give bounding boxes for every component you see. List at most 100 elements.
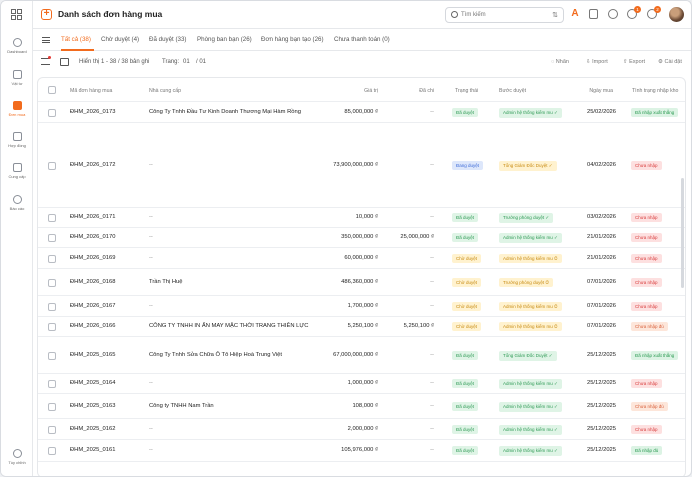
- sidebar-item-don-mua[interactable]: Đơn mua: [1, 101, 33, 129]
- header-paid[interactable]: Đã chi: [394, 88, 434, 94]
- supplier-name: Công Ty Tnhh Sửa Chữa Ô Tô Hiệp Hoà Trun…: [149, 352, 283, 358]
- order-code[interactable]: ĐHM_2026_0172: [70, 162, 115, 168]
- table-row[interactable]: ĐHM_2025_0163 Công ty TNHH Nam Trần 108,00…: [38, 394, 685, 419]
- order-code[interactable]: ĐHM_2026_0170: [70, 234, 115, 240]
- table-row[interactable]: ĐHM_2026_0172 -- 73,900,000,000 ₫ -- Đang du…: [38, 123, 685, 208]
- apps-grid-icon[interactable]: [11, 9, 22, 20]
- bell-icon[interactable]: 2: [647, 6, 661, 19]
- sidebar-item-vat-tu[interactable]: Vật tư: [1, 70, 33, 98]
- avatar[interactable]: [669, 7, 684, 22]
- sidebar-item-bao-cao[interactable]: Báo cáo: [1, 195, 33, 223]
- label-button[interactable]: ◌ Nhãn: [551, 59, 569, 65]
- sidebar-item-dashboard[interactable]: Dashboard: [1, 38, 33, 66]
- row-checkbox[interactable]: [48, 279, 56, 287]
- table-row[interactable]: ĐHM_2025_0165 Công Ty Tnhh Sửa Chữa Ô Tô …: [38, 337, 685, 374]
- tab-pending[interactable]: Chờ duyệt (4): [101, 36, 139, 43]
- table-row[interactable]: ĐHM_2025_0162 -- 2,000,000 ₫ -- Đã duyệt Admi…: [38, 419, 685, 440]
- row-checkbox[interactable]: [48, 380, 56, 388]
- order-code[interactable]: ĐHM_2026_0173: [70, 109, 115, 115]
- status-badge: Chờ duyệt: [452, 254, 481, 263]
- row-checkbox[interactable]: [48, 323, 56, 331]
- status-badge: Đã duyệt: [452, 351, 479, 360]
- table-row[interactable]: ĐHM_2026_0166 CÔNG TY TNHH IN ẤN MAY MẶC …: [38, 317, 685, 337]
- row-checkbox[interactable]: [48, 426, 56, 434]
- paid-amount: --: [430, 380, 434, 386]
- filter-icon[interactable]: [41, 58, 50, 65]
- header-value[interactable]: Giá trị: [328, 88, 378, 94]
- sidebar-item-cung-cap[interactable]: Cung cấp: [1, 163, 33, 191]
- table-row[interactable]: ĐHM_2026_0171 -- 10,000 ₫ -- Đã duyệt Trưởng …: [38, 208, 685, 228]
- tab-all[interactable]: Tất cả (38): [61, 36, 91, 43]
- supplier-name: --: [149, 214, 153, 220]
- select-all-checkbox[interactable]: [48, 86, 56, 94]
- paid-amount: --: [430, 162, 434, 168]
- sidebar-item-hop-dong[interactable]: Hợp đồng: [1, 132, 33, 160]
- table-row[interactable]: ĐHM_2026_0168 Trần Thị Huệ 486,360,000 ₫ --…: [38, 269, 685, 296]
- stock-status-badge: Đã nhập xuất thẳng: [631, 108, 679, 117]
- row-checkbox[interactable]: [48, 234, 56, 242]
- tab-created-by-you[interactable]: Đơn hàng bạn tạo (26): [261, 36, 324, 43]
- add-order-icon[interactable]: +: [41, 9, 52, 20]
- order-date: 25/12/2025: [586, 352, 616, 358]
- header-supplier[interactable]: Nhà cung cấp: [149, 88, 181, 94]
- header-date[interactable]: Ngày mua: [573, 88, 613, 94]
- tab-approved[interactable]: Đã duyệt (33): [149, 36, 187, 43]
- order-code[interactable]: ĐHM_2026_0168: [70, 279, 115, 285]
- settings-button[interactable]: ⚙ Cài đặt: [658, 59, 682, 65]
- header-status[interactable]: Trạng thái: [455, 88, 478, 94]
- row-checkbox[interactable]: [48, 162, 56, 170]
- bookmark-icon[interactable]: [589, 9, 598, 19]
- order-value: 60,000,000 ₫: [344, 255, 378, 261]
- chat-icon[interactable]: 1: [627, 6, 641, 19]
- row-checkbox[interactable]: [48, 109, 56, 117]
- help-icon[interactable]: [608, 9, 618, 19]
- row-checkbox[interactable]: [48, 255, 56, 263]
- import-button[interactable]: ⇩ Import: [586, 59, 608, 65]
- sort-icon[interactable]: ⇅: [552, 11, 558, 19]
- order-code[interactable]: ĐHM_2026_0171: [70, 214, 115, 220]
- row-checkbox[interactable]: [48, 352, 56, 360]
- order-code[interactable]: ĐHM_2025_0161: [70, 447, 115, 453]
- sidebar-item-tuy-chinh[interactable]: Tùy chỉnh: [1, 449, 33, 476]
- order-code[interactable]: ĐHM_2025_0164: [70, 380, 115, 386]
- order-code[interactable]: ĐHM_2025_0163: [70, 403, 115, 409]
- table-row[interactable]: ĐHM_2025_0164 -- 1,000,000 ₫ -- Đã duyệt Admi…: [38, 374, 685, 394]
- row-checkbox[interactable]: [48, 214, 56, 222]
- header-step[interactable]: Bước duyệt: [499, 88, 526, 94]
- row-checkbox[interactable]: [48, 447, 56, 455]
- row-checkbox[interactable]: [48, 303, 56, 311]
- supplier-name: --: [149, 303, 153, 309]
- search-input[interactable]: Tìm kiếm ⇅: [445, 7, 564, 23]
- stock-status-badge: Chưa nhập: [631, 302, 662, 311]
- stock-status-badge: Chưa nhập đủ: [631, 322, 668, 331]
- tab-department[interactable]: Phòng ban bạn (26): [197, 36, 252, 43]
- order-value: 2,000,000 ₫: [347, 426, 378, 432]
- paid-amount: --: [430, 279, 434, 285]
- table-row[interactable]: ĐHM_2025_0161 -- 105,976,000 ₫ -- Đã duyệt Ad…: [38, 440, 685, 462]
- paid-amount: --: [430, 214, 434, 220]
- columns-icon[interactable]: [60, 58, 69, 66]
- status-badge: Chờ duyệt: [452, 322, 481, 331]
- table-row[interactable]: ĐHM_2026_0170 -- 350,000,000 ₫ 25,000,000 ₫…: [38, 228, 685, 248]
- order-code[interactable]: ĐHM_2026_0167: [70, 303, 115, 309]
- approval-step-badge: Admin hệ thống kiểm mu ✓: [499, 379, 562, 389]
- table-header: Mã đơn hàng mua Nhà cung cấp Giá trị Đã …: [38, 78, 685, 102]
- tab-unpaid[interactable]: Chưa thanh toán (0): [334, 36, 390, 43]
- scrollbar[interactable]: [681, 178, 684, 288]
- menu-icon[interactable]: [42, 37, 50, 43]
- order-code[interactable]: ĐHM_2026_0169: [70, 255, 115, 261]
- order-code[interactable]: ĐHM_2026_0166: [70, 323, 115, 329]
- table-row[interactable]: ĐHM_2026_0169 -- 60,000,000 ₫ -- Chờ duyệt Ad…: [38, 248, 685, 269]
- export-button[interactable]: ⇧ Export: [623, 59, 645, 65]
- order-code[interactable]: ĐHM_2025_0165: [70, 352, 115, 358]
- header-stock[interactable]: Tình trạng nhập kho: [632, 88, 678, 94]
- truck-icon: [12, 163, 22, 172]
- page-current[interactable]: 01: [183, 59, 190, 65]
- header-code[interactable]: Mã đơn hàng mua: [70, 88, 112, 94]
- row-checkbox[interactable]: [48, 403, 56, 411]
- status-badge: Đã duyệt: [452, 402, 479, 411]
- paid-amount: --: [430, 109, 434, 115]
- table-row[interactable]: ĐHM_2026_0173 Công Ty Tnhh Đầu Tư Kinh Do…: [38, 102, 685, 123]
- table-row[interactable]: ĐHM_2026_0167 -- 1,700,000 ₫ -- Chờ duyệt Adm…: [38, 296, 685, 317]
- order-code[interactable]: ĐHM_2025_0162: [70, 426, 115, 432]
